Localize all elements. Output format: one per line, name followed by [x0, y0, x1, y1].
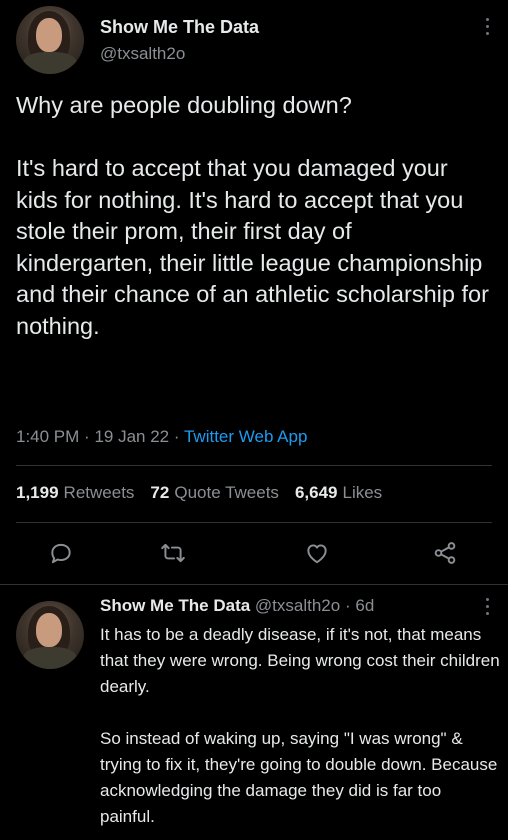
divider: [0, 584, 508, 585]
quote-tweets-stat[interactable]: 72 Quote Tweets: [150, 483, 279, 503]
like-icon[interactable]: [304, 540, 330, 566]
tweet-actions: [0, 530, 508, 574]
tweet-age[interactable]: 6d: [355, 596, 374, 615]
more-options-icon[interactable]: [480, 18, 494, 40]
source-app-link[interactable]: Twitter Web App: [184, 427, 307, 446]
avatar[interactable]: [16, 6, 84, 74]
author-name[interactable]: Show Me The Data: [100, 596, 250, 615]
more-options-icon[interactable]: [480, 598, 494, 620]
main-tweet: Show Me The Data @txsalth2o Why are peop…: [0, 0, 508, 585]
reply-text: It has to be a deadly disease, if it's n…: [100, 625, 500, 826]
avatar[interactable]: [16, 601, 84, 669]
avatar-face: [36, 18, 63, 53]
avatar-body: [22, 647, 78, 669]
author-name[interactable]: Show Me The Data: [100, 17, 259, 38]
author-handle[interactable]: @txsalth2o: [100, 44, 185, 64]
retweet-icon[interactable]: [160, 540, 186, 566]
tweet-meta: 1:40 PM · 19 Jan 22 · Twitter Web App: [16, 427, 307, 447]
retweets-stat[interactable]: 1,199 Retweets: [16, 483, 134, 503]
reply-tweet[interactable]: Show Me The Data @txsalth2o · 6d It has …: [0, 586, 508, 840]
tweet-time[interactable]: 1:40 PM: [16, 427, 79, 446]
author-handle[interactable]: @txsalth2o: [255, 596, 340, 615]
divider: [16, 522, 492, 523]
reply-header: Show Me The Data @txsalth2o · 6d: [100, 596, 374, 616]
divider: [16, 465, 492, 466]
meta-separator: ·: [84, 427, 90, 446]
tweet-stats: 1,199 Retweets 72 Quote Tweets 6,649 Likes: [16, 483, 382, 503]
tweet-text: Why are people doubling down? It's hard …: [16, 92, 489, 339]
reply-icon[interactable]: [48, 540, 74, 566]
avatar-body: [22, 52, 78, 74]
likes-stat[interactable]: 6,649 Likes: [295, 483, 382, 503]
share-icon[interactable]: [432, 540, 458, 566]
tweet-date[interactable]: 19 Jan 22: [94, 427, 169, 446]
avatar-face: [36, 613, 63, 648]
meta-separator: ·: [173, 427, 180, 446]
header-separator: ·: [344, 596, 351, 615]
